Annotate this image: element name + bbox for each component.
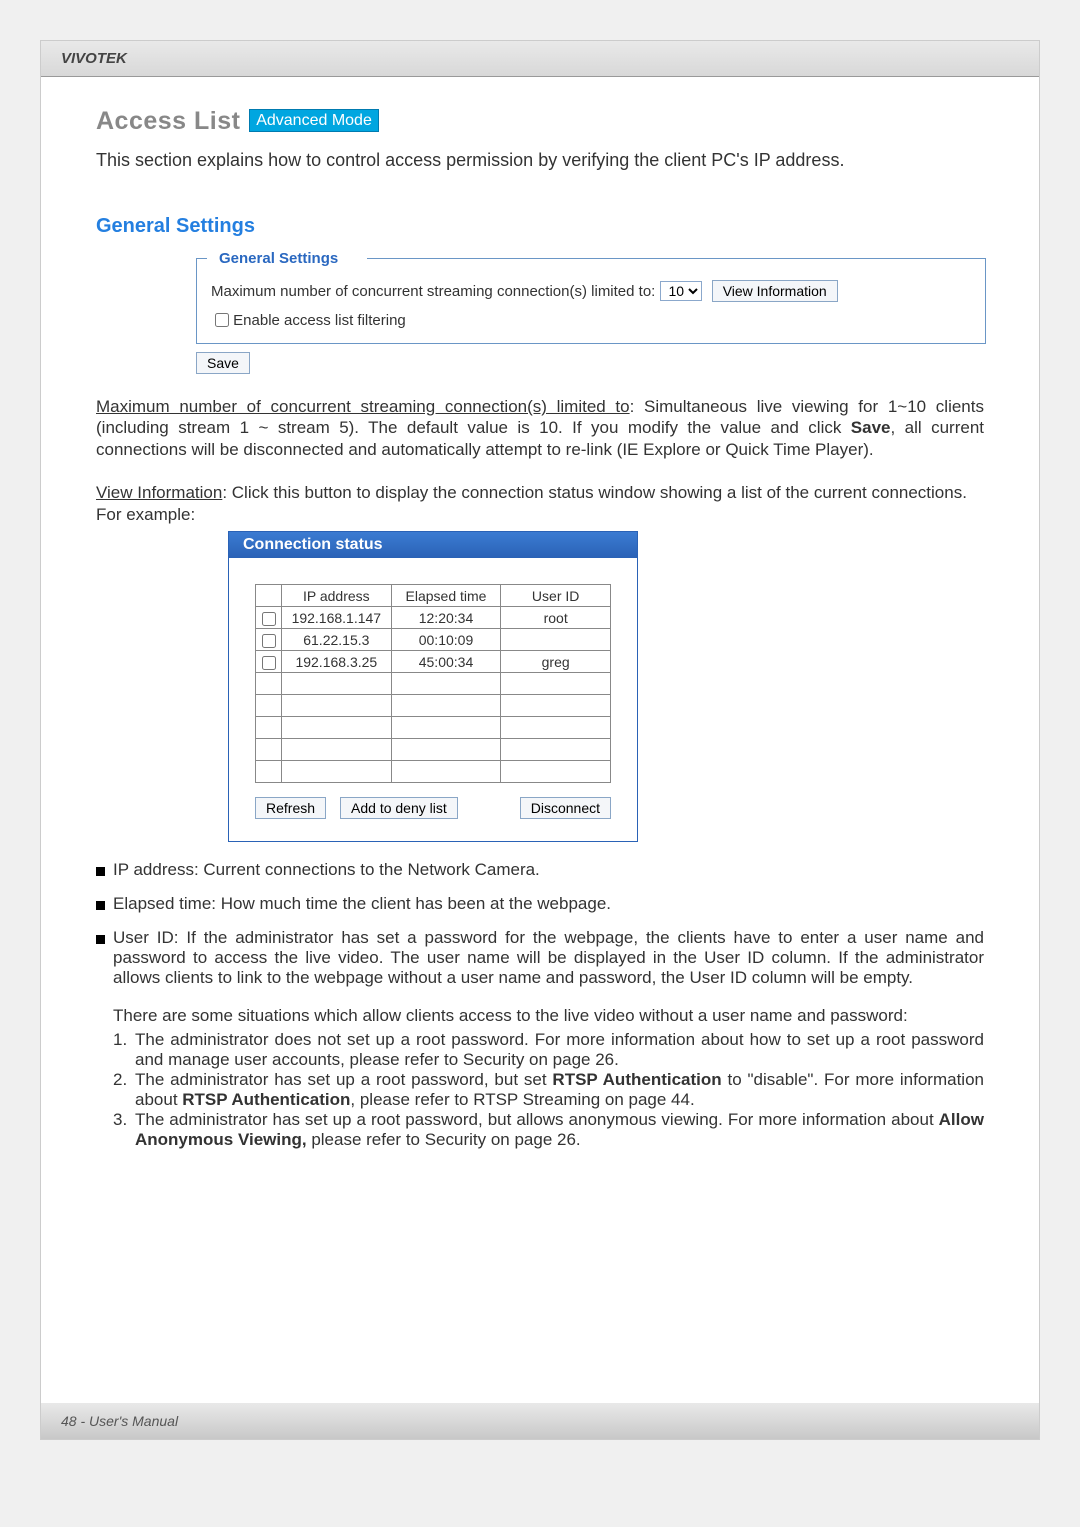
refresh-button[interactable]: Refresh xyxy=(255,797,326,819)
for-example-label: For example: xyxy=(96,505,984,525)
situation-1: 1. The administrator does not set up a r… xyxy=(113,1030,984,1070)
enable-access-list-filtering-checkbox[interactable] xyxy=(215,313,229,327)
bullet-icon xyxy=(96,867,105,876)
view-information-description: View Information: Click this button to d… xyxy=(96,482,984,503)
view-information-button[interactable]: View Information xyxy=(712,280,838,302)
general-settings-heading: General Settings xyxy=(96,215,984,238)
cell-ip xyxy=(282,761,392,783)
row-select-checkbox[interactable] xyxy=(262,634,276,648)
max-connections-label: Maximum number of concurrent streaming c… xyxy=(211,283,655,300)
bullet-ip-address: IP address: Current connections to the N… xyxy=(96,860,984,880)
document-page: VIVOTEK Access List Advanced Mode This s… xyxy=(40,40,1040,1440)
situation-2: 2. The administrator has set up a root p… xyxy=(113,1070,984,1110)
col-ip-address: IP address xyxy=(282,585,392,607)
cell-elapsed: 45:00:34 xyxy=(391,651,501,673)
general-settings-fieldset: General Settings Maximum number of concu… xyxy=(196,258,986,344)
table-row xyxy=(256,717,611,739)
advanced-mode-badge: Advanced Mode xyxy=(249,109,379,132)
enable-access-list-filtering-label: Enable access list filtering xyxy=(233,312,406,329)
row-select-checkbox[interactable] xyxy=(262,656,276,670)
cell-elapsed xyxy=(391,761,501,783)
connection-status-title: Connection status xyxy=(229,532,637,558)
cell-elapsed xyxy=(391,695,501,717)
table-row xyxy=(256,761,611,783)
cell-ip xyxy=(282,717,392,739)
cell-elapsed: 12:20:34 xyxy=(391,607,501,629)
table-row xyxy=(256,695,611,717)
situation-3: 3. The administrator has set up a root p… xyxy=(113,1110,984,1150)
page-footer-bar: 48 - User's Manual xyxy=(41,1403,1039,1439)
col-user-id: User ID xyxy=(501,585,611,607)
cell-ip xyxy=(282,695,392,717)
cell-ip: 192.168.3.25 xyxy=(282,651,392,673)
add-to-deny-list-button[interactable]: Add to deny list xyxy=(340,797,458,819)
table-header-row: IP address Elapsed time User ID xyxy=(256,585,611,607)
save-button[interactable]: Save xyxy=(196,352,250,374)
cell-user xyxy=(501,761,611,783)
cell-elapsed xyxy=(391,739,501,761)
cell-user xyxy=(501,629,611,651)
brand-label: VIVOTEK xyxy=(61,50,127,67)
situations-intro: There are some situations which allow cl… xyxy=(113,1006,984,1026)
cell-elapsed xyxy=(391,673,501,695)
max-connections-description: Maximum number of concurrent streaming c… xyxy=(96,396,984,460)
table-row: 192.168.1.14712:20:34root xyxy=(256,607,611,629)
bullet-user-id: User ID: If the administrator has set a … xyxy=(96,928,984,988)
fieldset-legend: General Settings xyxy=(215,250,342,267)
page-header-bar: VIVOTEK xyxy=(41,41,1039,77)
page-title: Access List xyxy=(96,107,240,135)
table-row: 61.22.15.300:10:09 xyxy=(256,629,611,651)
connection-status-panel: Connection status IP address Elapsed tim… xyxy=(228,531,638,842)
cell-ip: 61.22.15.3 xyxy=(282,629,392,651)
row-select-checkbox[interactable] xyxy=(262,612,276,626)
table-row: 192.168.3.2545:00:34greg xyxy=(256,651,611,673)
max-connections-select[interactable]: 10 xyxy=(660,281,702,301)
page-content: Access List Advanced Mode This section e… xyxy=(41,77,1039,1180)
cell-ip xyxy=(282,739,392,761)
footer-text: 48 - User's Manual xyxy=(61,1413,178,1429)
cell-user xyxy=(501,717,611,739)
cell-elapsed: 00:10:09 xyxy=(391,629,501,651)
cell-user xyxy=(501,739,611,761)
disconnect-button[interactable]: Disconnect xyxy=(520,797,611,819)
cell-elapsed xyxy=(391,717,501,739)
table-row xyxy=(256,739,611,761)
bullet-elapsed-time: Elapsed time: How much time the client h… xyxy=(96,894,984,914)
cell-user xyxy=(501,695,611,717)
cell-ip: 192.168.1.147 xyxy=(282,607,392,629)
cell-user xyxy=(501,673,611,695)
cell-user: greg xyxy=(501,651,611,673)
connection-status-table: IP address Elapsed time User ID 192.168.… xyxy=(255,584,611,783)
bullet-icon xyxy=(96,901,105,910)
cell-user: root xyxy=(501,607,611,629)
col-elapsed-time: Elapsed time xyxy=(391,585,501,607)
bullet-icon xyxy=(96,935,105,944)
table-row xyxy=(256,673,611,695)
cell-ip xyxy=(282,673,392,695)
intro-paragraph: This section explains how to control acc… xyxy=(96,150,984,171)
